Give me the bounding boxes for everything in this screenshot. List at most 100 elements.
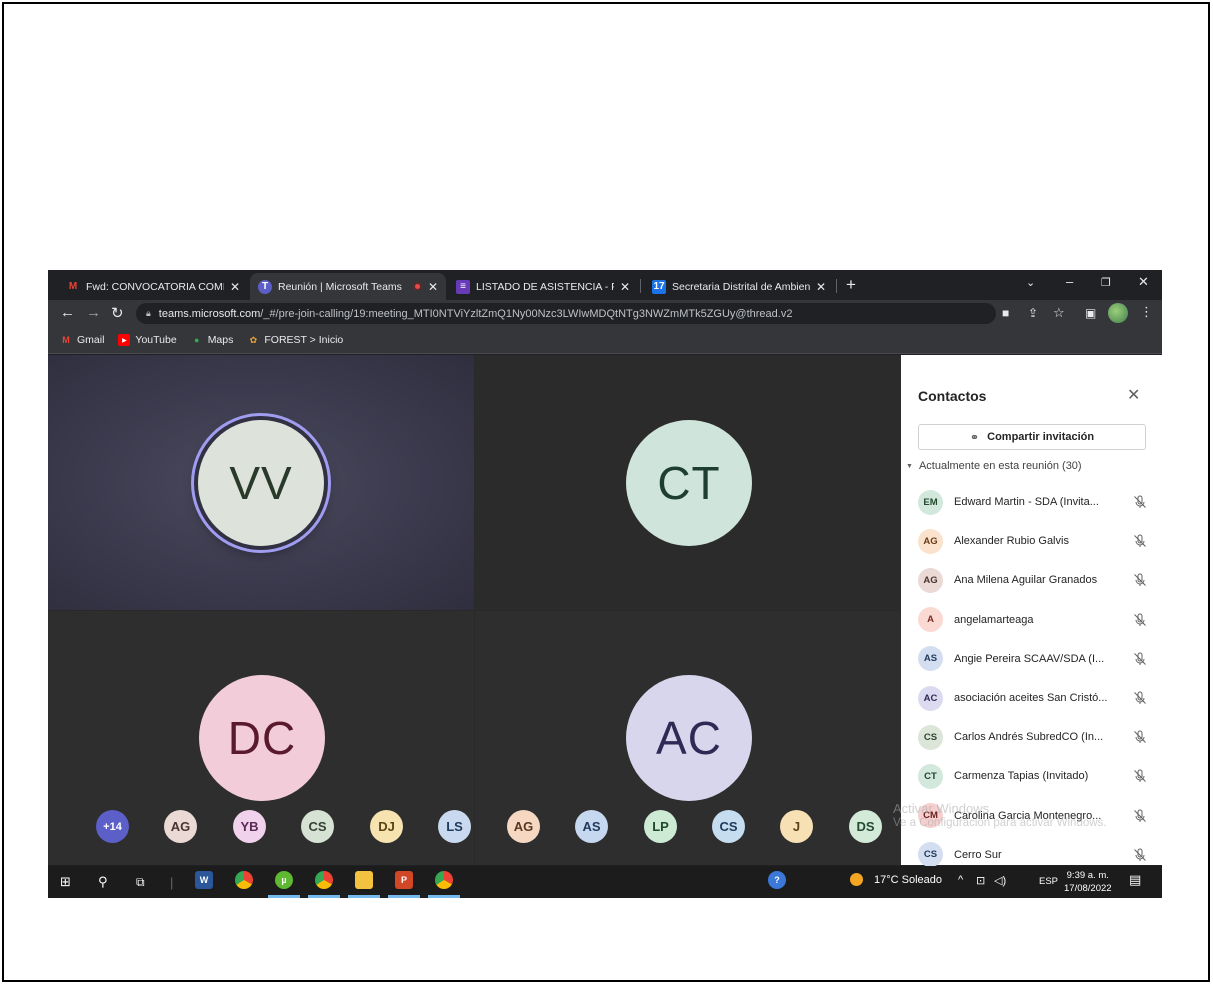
participant-name: Edward Martin - SDA (Invita... xyxy=(954,496,1099,508)
share-icon[interactable]: ⇪ xyxy=(1028,306,1038,320)
mic-muted-icon xyxy=(1134,769,1146,783)
search-icon[interactable]: ⚲ xyxy=(98,873,108,891)
close-icon[interactable]: ✕ xyxy=(1127,385,1140,405)
close-icon[interactable]: ✕ xyxy=(620,280,630,294)
menu-icon[interactable]: ⋮ xyxy=(1140,304,1153,320)
participant-row[interactable]: EM Edward Martin - SDA (Invita... xyxy=(918,485,1148,519)
bookmark-gmail[interactable]: M Gmail xyxy=(60,334,104,346)
profile-avatar[interactable] xyxy=(1108,303,1128,323)
participant-strip: +14 AG YB CS DJ LS AG AS LP CS J DS xyxy=(48,804,901,848)
back-icon[interactable]: ← xyxy=(60,304,75,321)
url-path: /_#/pre-join-calling/19:meeting_MTI0NTVi… xyxy=(260,307,793,320)
participant-avatar[interactable]: AG xyxy=(164,810,197,843)
tab-separator xyxy=(836,279,837,293)
participant-avatar[interactable]: DS xyxy=(849,810,882,843)
tray-chevron-icon[interactable]: ^ xyxy=(958,874,963,886)
chrome-profile-icon[interactable] xyxy=(315,871,333,889)
participant-avatar: CS xyxy=(918,842,943,868)
participant-avatar[interactable]: YB xyxy=(233,810,266,843)
in-meeting-section[interactable]: ▼ Actualmente en esta reunión (30) xyxy=(906,460,1082,472)
participant-avatar[interactable]: CS xyxy=(712,810,745,843)
participant-name: angelamarteaga xyxy=(954,613,1034,626)
active-indicator xyxy=(268,895,300,898)
camera-icon[interactable]: ■ xyxy=(1002,306,1009,320)
participant-avatar[interactable]: AS xyxy=(575,810,608,843)
language-indicator[interactable]: ESP xyxy=(1039,876,1058,887)
participant-row[interactable]: AG Ana Milena Aguilar Granados xyxy=(918,563,1148,597)
participant-avatar: AC xyxy=(626,675,752,801)
tab-teams[interactable]: T Reunión | Microsoft Teams ✕ xyxy=(250,273,446,300)
participant-row[interactable]: Aangelamarteaga xyxy=(918,603,1148,637)
participant-avatar: AC xyxy=(918,685,943,711)
tab-search-icon[interactable]: ⌄ xyxy=(1026,276,1035,289)
minimize-icon[interactable]: – xyxy=(1066,274,1073,289)
bookmark-youtube[interactable]: ▶ YouTube xyxy=(118,334,177,346)
file-explorer-icon[interactable] xyxy=(355,871,373,889)
windows-start-icon[interactable]: ⊞ xyxy=(60,873,71,891)
help-icon[interactable]: ? xyxy=(768,871,786,889)
tab-calendar[interactable]: 17 Secretaria Distrital de Ambiente ✕ xyxy=(644,273,834,300)
window-close-icon[interactable]: ✕ xyxy=(1138,274,1149,290)
participant-row[interactable]: CS Carlos Andrés SubredCO (In... xyxy=(918,720,1148,754)
participant-avatar[interactable]: DJ xyxy=(370,810,403,843)
video-tile[interactable]: VV xyxy=(48,355,474,610)
close-icon[interactable]: ✕ xyxy=(230,280,240,294)
participant-avatar[interactable]: LS xyxy=(438,810,471,843)
word-icon[interactable]: W xyxy=(195,871,213,889)
participant-row[interactable]: AG Alexander Rubio Galvis xyxy=(918,524,1148,558)
restore-icon[interactable]: ❐ xyxy=(1101,276,1111,289)
weather-text[interactable]: 17°C Soleado xyxy=(874,874,942,886)
url-host: teams.microsoft.com xyxy=(158,307,261,320)
participant-avatar[interactable]: CS xyxy=(301,810,334,843)
tab-forms[interactable]: ≡ LISTADO DE ASISTENCIA - PARTI ✕ xyxy=(448,273,638,300)
volume-icon[interactable]: ◁) xyxy=(994,874,1006,887)
chrome-alt-icon[interactable] xyxy=(435,871,453,889)
chrome-icon[interactable] xyxy=(235,871,253,889)
bookmark-maps[interactable]: ● Maps xyxy=(191,334,233,346)
video-tile[interactable]: CT xyxy=(475,355,901,610)
tab-label: LISTADO DE ASISTENCIA - PARTI xyxy=(476,280,614,293)
share-invite-label: Compartir invitación xyxy=(987,431,1095,443)
participant-row[interactable]: AC asociación aceites San Cristó... xyxy=(918,681,1148,715)
participant-row[interactable]: AS Angie Pereira SCAAV/SDA (I... xyxy=(918,642,1148,676)
participant-name: Carmenza Tapias (Invitado) xyxy=(954,770,1089,783)
browser-toolbar: ← → ↻ 🔒︎ teams.microsoft.com/_#/pre-join… xyxy=(48,300,1162,327)
tab-gmail[interactable]: M Fwd: CONVOCATORIA COMISIÓN ✕ xyxy=(58,273,248,300)
participant-row[interactable]: CT Carmenza Tapias (Invitado) xyxy=(918,759,1148,793)
new-tab-icon[interactable]: + xyxy=(846,275,856,295)
participant-avatar[interactable]: LP xyxy=(644,810,677,843)
bookmark-label: YouTube xyxy=(135,334,177,346)
participant-name: asociación aceites San Cristó... xyxy=(954,692,1108,704)
star-icon[interactable]: ☆ xyxy=(1053,305,1065,321)
windows-taskbar: ⊞ ⚲ ⧉ | W µ P ? 17°C Soleado ^ ⊡ ◁) ESP … xyxy=(48,866,1162,898)
panel-title: Contactos xyxy=(918,388,987,404)
address-bar[interactable]: 🔒︎ teams.microsoft.com/_#/pre-join-calli… xyxy=(136,303,996,324)
mic-muted-icon xyxy=(1134,652,1146,665)
participant-avatar[interactable]: J xyxy=(780,810,813,843)
participant-avatar: AG xyxy=(918,528,943,554)
active-indicator xyxy=(308,895,340,898)
network-icon[interactable]: ⊡ xyxy=(976,874,985,887)
utorrent-icon[interactable]: µ xyxy=(275,871,293,889)
task-view-icon[interactable]: ⧉ xyxy=(136,873,145,891)
maps-pin-icon: ● xyxy=(193,335,200,345)
sidepanel-icon[interactable]: ▣ xyxy=(1085,306,1096,320)
participant-name: Cerro Sur xyxy=(954,848,1002,861)
taskbar-clock[interactable]: 9:39 a. m. 17/08/2022 xyxy=(1064,869,1112,895)
recording-icon xyxy=(412,282,422,291)
contacts-panel: Contactos ✕ ⚭ Compartir invitación ▼ Act… xyxy=(901,355,1162,868)
forward-icon[interactable]: → xyxy=(86,304,101,321)
bookmark-forest[interactable]: ✿ FOREST > Inicio xyxy=(247,334,344,346)
reload-icon[interactable]: ↻ xyxy=(111,304,124,322)
notifications-icon[interactable]: ▤ xyxy=(1129,872,1141,888)
participant-avatar[interactable]: AG xyxy=(507,810,540,843)
gmail-icon: M xyxy=(68,281,78,292)
close-icon[interactable]: ✕ xyxy=(428,280,438,294)
participant-name: Carlos Andrés SubredCO (In... xyxy=(954,731,1104,744)
overflow-count[interactable]: +14 xyxy=(96,810,129,843)
mic-muted-icon xyxy=(1134,730,1146,744)
share-invite-button[interactable]: ⚭ Compartir invitación xyxy=(918,424,1146,450)
lock-icon: 🔒︎ xyxy=(146,308,151,318)
powerpoint-icon[interactable]: P xyxy=(395,871,413,889)
close-icon[interactable]: ✕ xyxy=(816,280,826,294)
